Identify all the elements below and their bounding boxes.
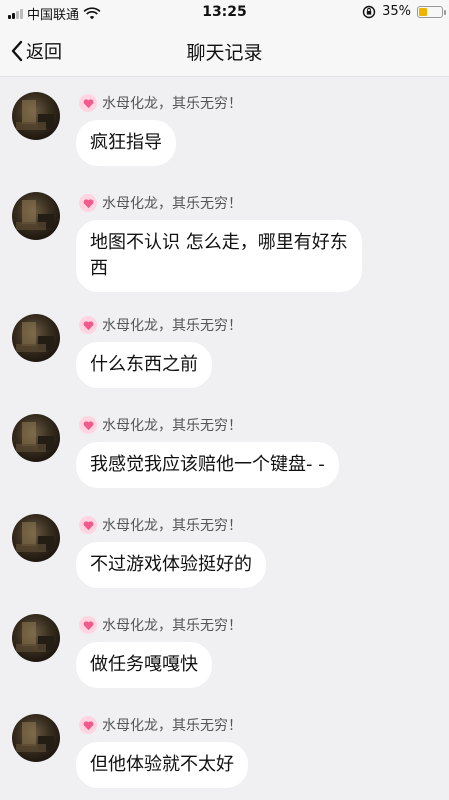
sender-row: 水母化龙，其乐无穷！ <box>79 415 242 435</box>
message-item: 水母化龙，其乐无穷！ 不过游戏体验挺好的 <box>0 500 449 600</box>
sender-name: 水母化龙，其乐无穷！ <box>102 318 242 334</box>
avatar[interactable] <box>12 714 60 762</box>
sender-name: 水母化龙，其乐无穷！ <box>102 618 242 634</box>
avatar[interactable] <box>12 614 60 662</box>
heart-badge-icon <box>79 416 97 434</box>
battery-percent: 35% <box>382 4 411 19</box>
message-bubble[interactable]: 不过游戏体验挺好的 <box>76 542 266 588</box>
status-right: 35% <box>362 4 446 19</box>
sender-name: 水母化龙，其乐无穷！ <box>102 418 242 434</box>
avatar[interactable] <box>12 314 60 362</box>
message-bubble[interactable]: 地图不认识 怎么走，哪里有好东西 <box>76 220 362 292</box>
message-item: 水母化龙，其乐无穷！ 什么东西之前 <box>0 300 449 400</box>
page-title: 聊天记录 <box>186 42 263 64</box>
avatar[interactable] <box>12 92 60 140</box>
message-item: 水母化龙，其乐无穷！ 地图不认识 怎么走，哪里有好东西 <box>0 178 449 300</box>
heart-badge-icon <box>79 616 97 634</box>
chat-history-list[interactable]: 水母化龙，其乐无穷！ 疯狂指导 水母化龙，其乐无穷！ 地图不认识 怎么走，哪里有… <box>0 78 449 800</box>
message-bubble[interactable]: 我感觉我应该赔他一个键盘- - <box>76 442 339 488</box>
sender-row: 水母化龙，其乐无穷！ <box>79 615 242 635</box>
battery-fill <box>419 7 427 16</box>
sender-name: 水母化龙，其乐无穷！ <box>102 196 242 212</box>
message-bubble[interactable]: 做任务嘎嘎快 <box>76 642 212 688</box>
sender-row: 水母化龙，其乐无穷！ <box>79 193 242 213</box>
heart-badge-icon <box>79 194 97 212</box>
message-item: 水母化龙，其乐无穷！ 但他体验就不太好 <box>0 700 449 800</box>
orientation-lock-icon <box>362 5 376 18</box>
message-item: 水母化龙，其乐无穷！ 疯狂指导 <box>0 78 449 178</box>
message-bubble[interactable]: 什么东西之前 <box>76 342 212 388</box>
message-bubble[interactable]: 但他体验就不太好 <box>76 742 248 788</box>
sender-row: 水母化龙，其乐无穷！ <box>79 93 242 113</box>
sender-name: 水母化龙，其乐无穷！ <box>102 96 242 112</box>
status-bar: 中国联通 13:25 35% <box>0 0 449 26</box>
heart-badge-icon <box>79 516 97 534</box>
sender-row: 水母化龙，其乐无穷！ <box>79 715 242 735</box>
avatar[interactable] <box>12 192 60 240</box>
sender-name: 水母化龙，其乐无穷！ <box>102 518 242 534</box>
nav-bar: 返回 聊天记录 <box>0 26 449 77</box>
heart-badge-icon <box>79 716 97 734</box>
avatar[interactable] <box>12 514 60 562</box>
avatar[interactable] <box>12 414 60 462</box>
heart-badge-icon <box>79 94 97 112</box>
message-bubble[interactable]: 疯狂指导 <box>76 120 176 166</box>
sender-row: 水母化龙，其乐无穷！ <box>79 515 242 535</box>
message-item: 水母化龙，其乐无穷！ 做任务嘎嘎快 <box>0 600 449 700</box>
battery-icon <box>417 5 446 18</box>
sender-row: 水母化龙，其乐无穷！ <box>79 315 242 335</box>
heart-badge-icon <box>79 316 97 334</box>
sender-name: 水母化龙，其乐无穷！ <box>102 718 242 734</box>
message-item: 水母化龙，其乐无穷！ 我感觉我应该赔他一个键盘- - <box>0 400 449 500</box>
